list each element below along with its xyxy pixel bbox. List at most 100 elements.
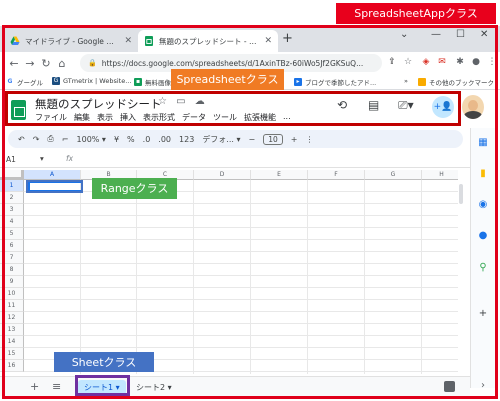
column-header-h[interactable]: H — [422, 170, 458, 180]
forward-icon[interactable]: → — [22, 57, 38, 70]
cell-grid[interactable]: A B C D E F G H 1 2 3 4 5 6 7 8 9 10 11 12 13 14 15 16 — [0, 170, 458, 374]
tasks-icon[interactable]: ◉ — [477, 199, 489, 211]
menu-data[interactable]: データ — [182, 112, 206, 123]
row-header-12[interactable]: 12 — [0, 312, 24, 324]
menu-edit[interactable]: 編集 — [74, 112, 90, 123]
percent-button[interactable]: % — [127, 135, 135, 144]
calendar-icon[interactable]: ▦ — [477, 137, 489, 149]
move-folder-icon[interactable]: ▭ — [176, 96, 185, 107]
gridline — [24, 227, 458, 228]
row-header-3[interactable]: 3 — [0, 204, 24, 216]
font-size-increase-button[interactable]: + — [291, 135, 298, 144]
row-header-15[interactable]: 15 — [0, 348, 24, 360]
menu-tools[interactable]: ツール — [213, 112, 237, 123]
currency-button[interactable]: ¥ — [114, 135, 119, 144]
maximize-icon[interactable]: ☐ — [456, 29, 465, 40]
add-sheet-icon[interactable]: + — [30, 380, 39, 393]
comments-icon[interactable]: ▤ — [368, 98, 379, 112]
bookmark-gtmetrix[interactable]: G GTmetrix | Website... — [52, 77, 131, 85]
font-size-decrease-button[interactable]: − — [249, 135, 256, 144]
number-format-button[interactable]: 123 — [179, 135, 194, 144]
history-icon[interactable]: ⟲ — [337, 98, 347, 112]
contacts-icon[interactable]: ● — [477, 230, 489, 242]
get-addons-icon[interactable]: + — [477, 308, 489, 320]
extensions-puzzle-icon[interactable]: ✱ — [454, 56, 466, 68]
row-header-6[interactable]: 6 — [0, 240, 24, 252]
sheet-tab-2[interactable]: シート2 ▾ — [130, 380, 178, 395]
row-header-1[interactable]: 1 — [0, 180, 24, 192]
row-header-10[interactable]: 10 — [0, 288, 24, 300]
font-size-input[interactable]: 10 — [263, 133, 283, 145]
home-icon[interactable]: ⌂ — [54, 57, 70, 70]
avatar[interactable] — [462, 95, 484, 119]
maps-icon[interactable]: ⚲ — [477, 262, 489, 274]
tab-google-drive[interactable]: マイドライブ - Google ドライブ ✕ — [4, 30, 138, 52]
document-title[interactable]: 無題のスプレッドシート — [35, 96, 162, 112]
row-header-7[interactable]: 7 — [0, 252, 24, 264]
new-tab-button[interactable]: + — [282, 31, 293, 46]
row-header-2[interactable]: 2 — [0, 192, 24, 204]
redo-icon[interactable]: ↷ — [33, 135, 40, 144]
row-header-9[interactable]: 9 — [0, 276, 24, 288]
row-header-16[interactable]: 16 — [0, 360, 24, 372]
minimize-icon[interactable]: — — [431, 29, 441, 40]
paint-format-icon[interactable]: ⌐ — [62, 135, 69, 144]
bookmark-other[interactable]: その他のブックマーク — [418, 77, 494, 87]
extension-red-icon[interactable]: ◈ — [420, 56, 432, 68]
menu-view[interactable]: 表示 — [97, 112, 113, 123]
bookmark-google[interactable]: G グーグル — [6, 77, 43, 87]
vertical-scrollbar[interactable] — [459, 184, 463, 204]
tab-search-icon[interactable]: ⌄ — [400, 29, 408, 40]
bookmark-blog[interactable]: ▸ ブログで季節したアド... — [294, 77, 376, 87]
zoom-select[interactable]: 100% ▾ — [77, 135, 106, 144]
cloud-status-icon[interactable]: ☁ — [195, 96, 205, 107]
menu-format[interactable]: 表示形式 — [143, 112, 175, 123]
star-icon[interactable]: ☆ — [402, 56, 414, 68]
menu-more[interactable]: ... — [283, 112, 291, 123]
row-header-4[interactable]: 4 — [0, 216, 24, 228]
column-header-g[interactable]: G — [365, 170, 422, 180]
row-header-5[interactable]: 5 — [0, 228, 24, 240]
close-icon[interactable]: ✕ — [264, 36, 272, 46]
menu-extensions[interactable]: 拡張機能 — [244, 112, 276, 123]
browser-menu-icon[interactable]: ⋮ — [486, 56, 498, 68]
close-icon[interactable]: ✕ — [124, 36, 132, 46]
keep-icon[interactable]: ▮ — [477, 168, 489, 180]
menu-insert[interactable]: 挿入 — [120, 112, 136, 123]
row-header-11[interactable]: 11 — [0, 300, 24, 312]
sheets-logo-icon[interactable] — [11, 100, 26, 120]
bookmarks-overflow-icon[interactable]: » — [404, 77, 408, 85]
menu-file[interactable]: ファイル — [35, 112, 67, 123]
row-header-13[interactable]: 13 — [0, 324, 24, 336]
column-header-a[interactable]: A — [24, 170, 81, 180]
select-all-corner[interactable] — [0, 170, 24, 180]
profile-icon[interactable]: ● — [470, 56, 482, 68]
column-header-e[interactable]: E — [251, 170, 308, 180]
font-select[interactable]: デフォ... ▾ — [202, 134, 240, 145]
column-header-d[interactable]: D — [194, 170, 251, 180]
reload-icon[interactable]: ↻ — [38, 57, 54, 70]
row-header-14[interactable]: 14 — [0, 336, 24, 348]
back-icon[interactable]: ← — [6, 57, 22, 70]
name-box[interactable]: A1 — [6, 155, 16, 164]
sheet-tab-1[interactable]: シート1 ▾ — [78, 380, 126, 395]
share-button[interactable]: +👤 — [432, 96, 454, 118]
share-page-icon[interactable]: ⇪ — [386, 56, 398, 68]
window-close-icon[interactable]: ✕ — [480, 29, 488, 40]
print-icon[interactable]: ⎙ — [47, 134, 53, 144]
selected-cell-a1[interactable] — [28, 181, 83, 192]
undo-icon[interactable]: ↶ — [18, 135, 25, 144]
more-tools-icon[interactable]: ⋮ — [305, 135, 313, 144]
extension-gmail-icon[interactable]: ✉ — [436, 56, 448, 68]
row-header-8[interactable]: 8 — [0, 264, 24, 276]
star-icon[interactable]: ☆ — [158, 96, 167, 107]
increase-decimal-button[interactable]: .00 — [158, 135, 171, 144]
explore-icon[interactable] — [444, 381, 455, 392]
tab-spreadsheet[interactable]: 無題のスプレッドシート - Google スプ ✕ — [138, 30, 278, 52]
meet-icon[interactable]: ⎚▾ — [398, 98, 414, 113]
chevron-down-icon[interactable]: ▾ — [40, 154, 44, 163]
all-sheets-icon[interactable]: ≡ — [52, 380, 61, 393]
side-panel-toggle-icon[interactable]: › — [477, 380, 489, 392]
column-header-f[interactable]: F — [308, 170, 365, 180]
decrease-decimal-button[interactable]: .0 — [143, 135, 151, 144]
